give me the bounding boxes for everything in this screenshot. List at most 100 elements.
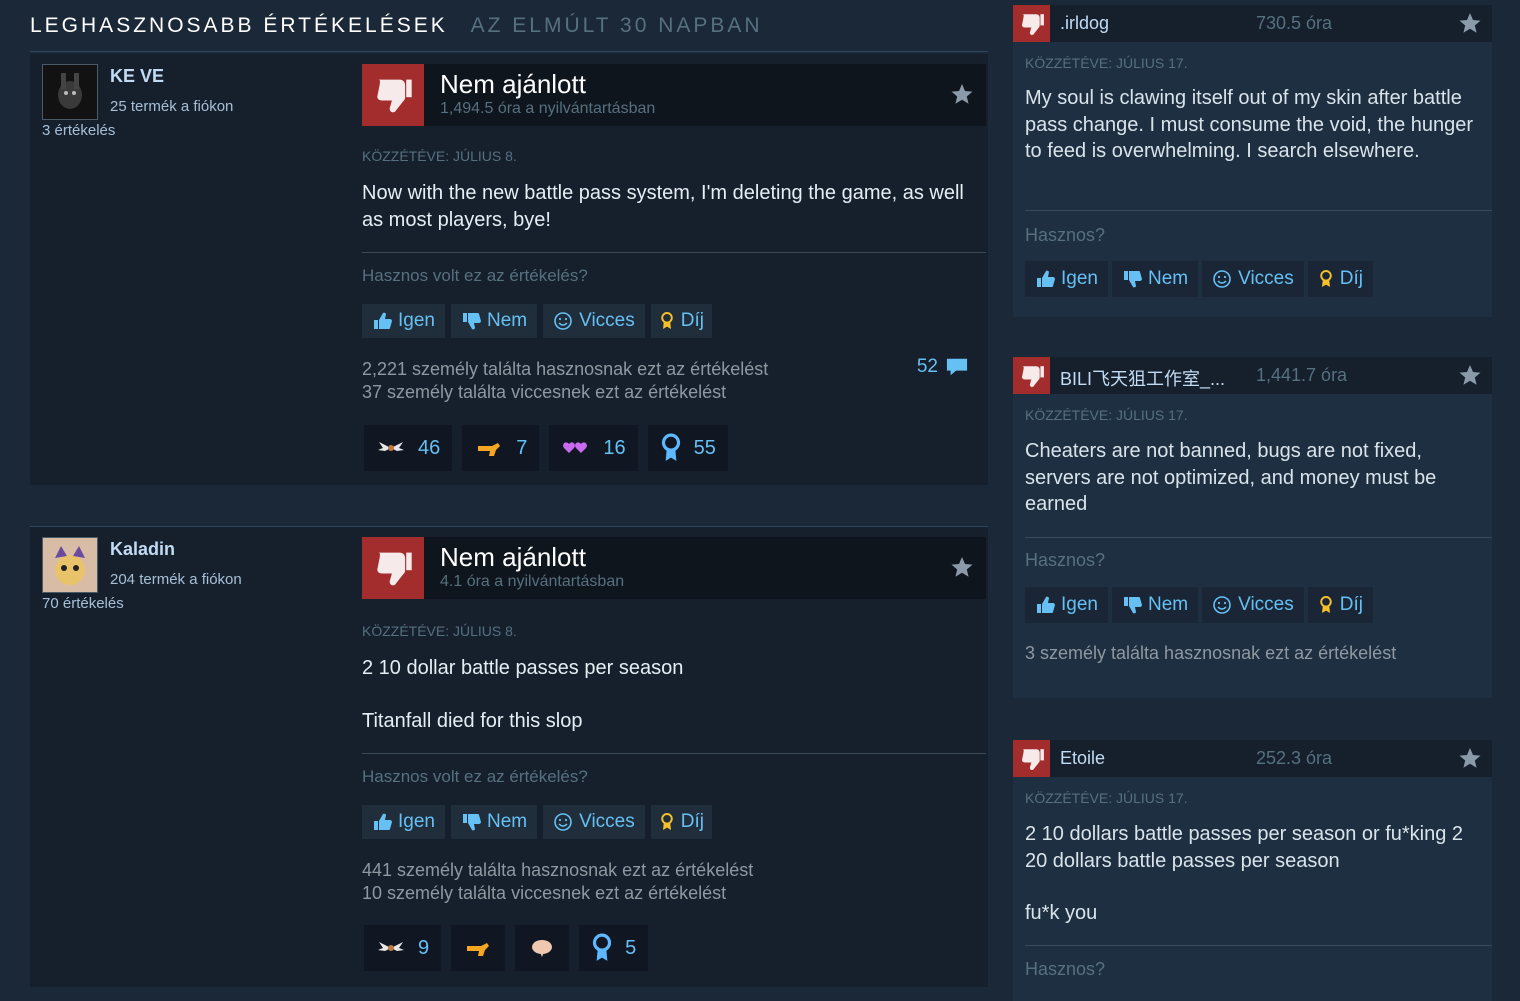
verdict-title[interactable]: Nem ajánlott [440, 542, 586, 573]
funny-count: 10 személy találta viccesnek ezt az érté… [362, 883, 727, 903]
award-button[interactable]: Díj [650, 304, 712, 338]
star-icon[interactable] [1458, 11, 1482, 40]
funny-button[interactable]: Vicces [1202, 587, 1304, 623]
thumb-down-icon [362, 64, 424, 126]
divider [362, 753, 986, 754]
divider [362, 252, 986, 253]
funny-button[interactable]: Vicces [543, 805, 645, 839]
divider [1025, 537, 1492, 538]
helpful-question: Hasznos? [1025, 959, 1106, 979]
no-button[interactable]: Nem [1111, 587, 1199, 623]
star-icon[interactable] [950, 82, 974, 111]
award-badge[interactable]: 7 [462, 425, 540, 471]
smiley-icon [553, 812, 573, 832]
award-badge[interactable]: 9 [364, 925, 442, 971]
vote-buttons: Igen Nem Vicces Díj [362, 805, 712, 839]
funny-button[interactable]: Vicces [1202, 261, 1304, 297]
author-name[interactable]: BILI飞天狙工作室_... [1060, 365, 1225, 391]
author-name[interactable]: Kaladin [110, 539, 175, 560]
helpful-count: 2,221 személy találta hasznosnak ezt az … [362, 359, 769, 379]
thumbs-down-icon [461, 812, 481, 832]
wings-icon [376, 938, 406, 958]
posted-date: KÖZZÉTÉVE: JÚLIUS 17. [1025, 55, 1188, 71]
posted-date: KÖZZÉTÉVE: JÚLIUS 17. [1025, 407, 1188, 423]
yes-button[interactable]: Igen [1025, 261, 1108, 297]
helpful-question: Hasznos volt ez az értékelés? [362, 266, 588, 285]
review-header[interactable]: BILI飞天狙工作室_... 1,441.7 óra [1013, 357, 1492, 394]
award-icon [659, 310, 675, 332]
hand-icon [463, 938, 493, 958]
verdict-title[interactable]: Nem ajánlott [440, 69, 586, 100]
award-badge[interactable]: 5 [579, 925, 649, 971]
author-products[interactable]: 204 termék a fiókon [110, 571, 242, 588]
award-button[interactable]: Díj [650, 805, 712, 839]
yes-button[interactable]: Igen [1025, 587, 1108, 623]
ribbon-icon [591, 933, 613, 963]
review-text-line: 2 10 dollar battle passes per season [362, 657, 684, 679]
thumbs-down-icon [461, 311, 481, 331]
star-icon[interactable] [1458, 363, 1482, 392]
award-badge[interactable]: 46 [364, 425, 453, 471]
smiley-icon [1212, 595, 1232, 615]
vote-buttons: Igen Nem Vicces Díj [1025, 261, 1373, 297]
no-button[interactable]: Nem [1111, 261, 1199, 297]
section-title: LEGHASZNOSABB ÉRTÉKELÉSEK [30, 14, 448, 37]
award-button[interactable]: Díj [1307, 587, 1373, 623]
hand-icon [474, 438, 504, 458]
thumb-down-icon [362, 537, 424, 599]
award-badge[interactable] [515, 925, 570, 971]
award-badge[interactable] [451, 925, 506, 971]
funny-count: 37 személy találta viccesnek ezt az érté… [362, 382, 727, 402]
helpful-count: 441 személy találta hasznosnak ezt az ér… [362, 860, 754, 880]
funny-button[interactable]: Vicces [543, 304, 645, 338]
thumbs-up-icon [372, 812, 392, 832]
no-button[interactable]: Nem [450, 805, 538, 839]
no-button[interactable]: Nem [450, 304, 538, 338]
thumbs-down-icon [1122, 269, 1142, 289]
author-name[interactable]: KE VE [110, 66, 164, 87]
author-name[interactable]: Etoile [1060, 748, 1105, 769]
thumb-down-icon [1013, 740, 1050, 777]
hours-on-record: 1,441.7 óra [1256, 365, 1348, 385]
vote-header[interactable]: Nem ajánlott 4.1 óra a nyilvántartásban [362, 537, 986, 599]
helpful-question: Hasznos? [1025, 550, 1106, 570]
hours-on-record: 252.3 óra [1256, 748, 1333, 768]
divider [1025, 945, 1492, 946]
helpful-question: Hasznos volt ez az értékelés? [362, 767, 588, 786]
comment-count[interactable]: 52 [917, 356, 970, 378]
award-badge[interactable]: 16 [549, 425, 638, 471]
award-icon [1318, 268, 1334, 290]
brain-icon [527, 938, 557, 958]
thumbs-up-icon [372, 311, 392, 331]
review-stats: 2,221 személy találta hasznosnak ezt az … [362, 358, 768, 404]
posted-date: KÖZZÉTÉVE: JÚLIUS 8. [362, 623, 517, 639]
yes-button[interactable]: Igen [362, 805, 445, 839]
review-text: Cheaters are not banned, bugs are not fi… [1025, 440, 1437, 515]
author-products[interactable]: 25 termék a fiókon [110, 98, 233, 115]
review-header[interactable]: Etoile 252.3 óra [1013, 740, 1492, 777]
avatar[interactable] [42, 64, 98, 120]
award-icon [1318, 594, 1334, 616]
avatar[interactable] [42, 537, 98, 593]
author-reviews[interactable]: 3 értékelés [42, 122, 115, 139]
hours-on-record: 4.1 óra a nyilvántartásban [440, 573, 625, 590]
smiley-icon [1212, 269, 1232, 289]
author-reviews[interactable]: 70 értékelés [42, 595, 124, 612]
review-stats: 441 személy találta hasznosnak ezt az ér… [362, 859, 753, 905]
ribbon-icon [660, 433, 682, 463]
thumb-down-icon [1013, 5, 1050, 42]
award-badge[interactable]: 55 [647, 425, 728, 471]
award-button[interactable]: Díj [1307, 261, 1373, 297]
review-header[interactable]: .irldog 730.5 óra [1013, 5, 1492, 42]
yes-button[interactable]: Igen [362, 304, 445, 338]
author-name[interactable]: .irldog [1060, 13, 1109, 34]
awards-row: 46 7 16 55 [364, 425, 728, 471]
hours-on-record: 1,494.5 óra a nyilvántartásban [440, 100, 656, 117]
wings-icon [376, 438, 406, 458]
vote-header[interactable]: Nem ajánlott 1,494.5 óra a nyilvántartás… [362, 64, 986, 126]
star-icon[interactable] [1458, 746, 1482, 775]
posted-date: KÖZZÉTÉVE: JÚLIUS 8. [362, 148, 517, 164]
vote-buttons: Igen Nem Vicces Díj [1025, 587, 1373, 623]
thumbs-up-icon [1035, 595, 1055, 615]
star-icon[interactable] [950, 555, 974, 584]
